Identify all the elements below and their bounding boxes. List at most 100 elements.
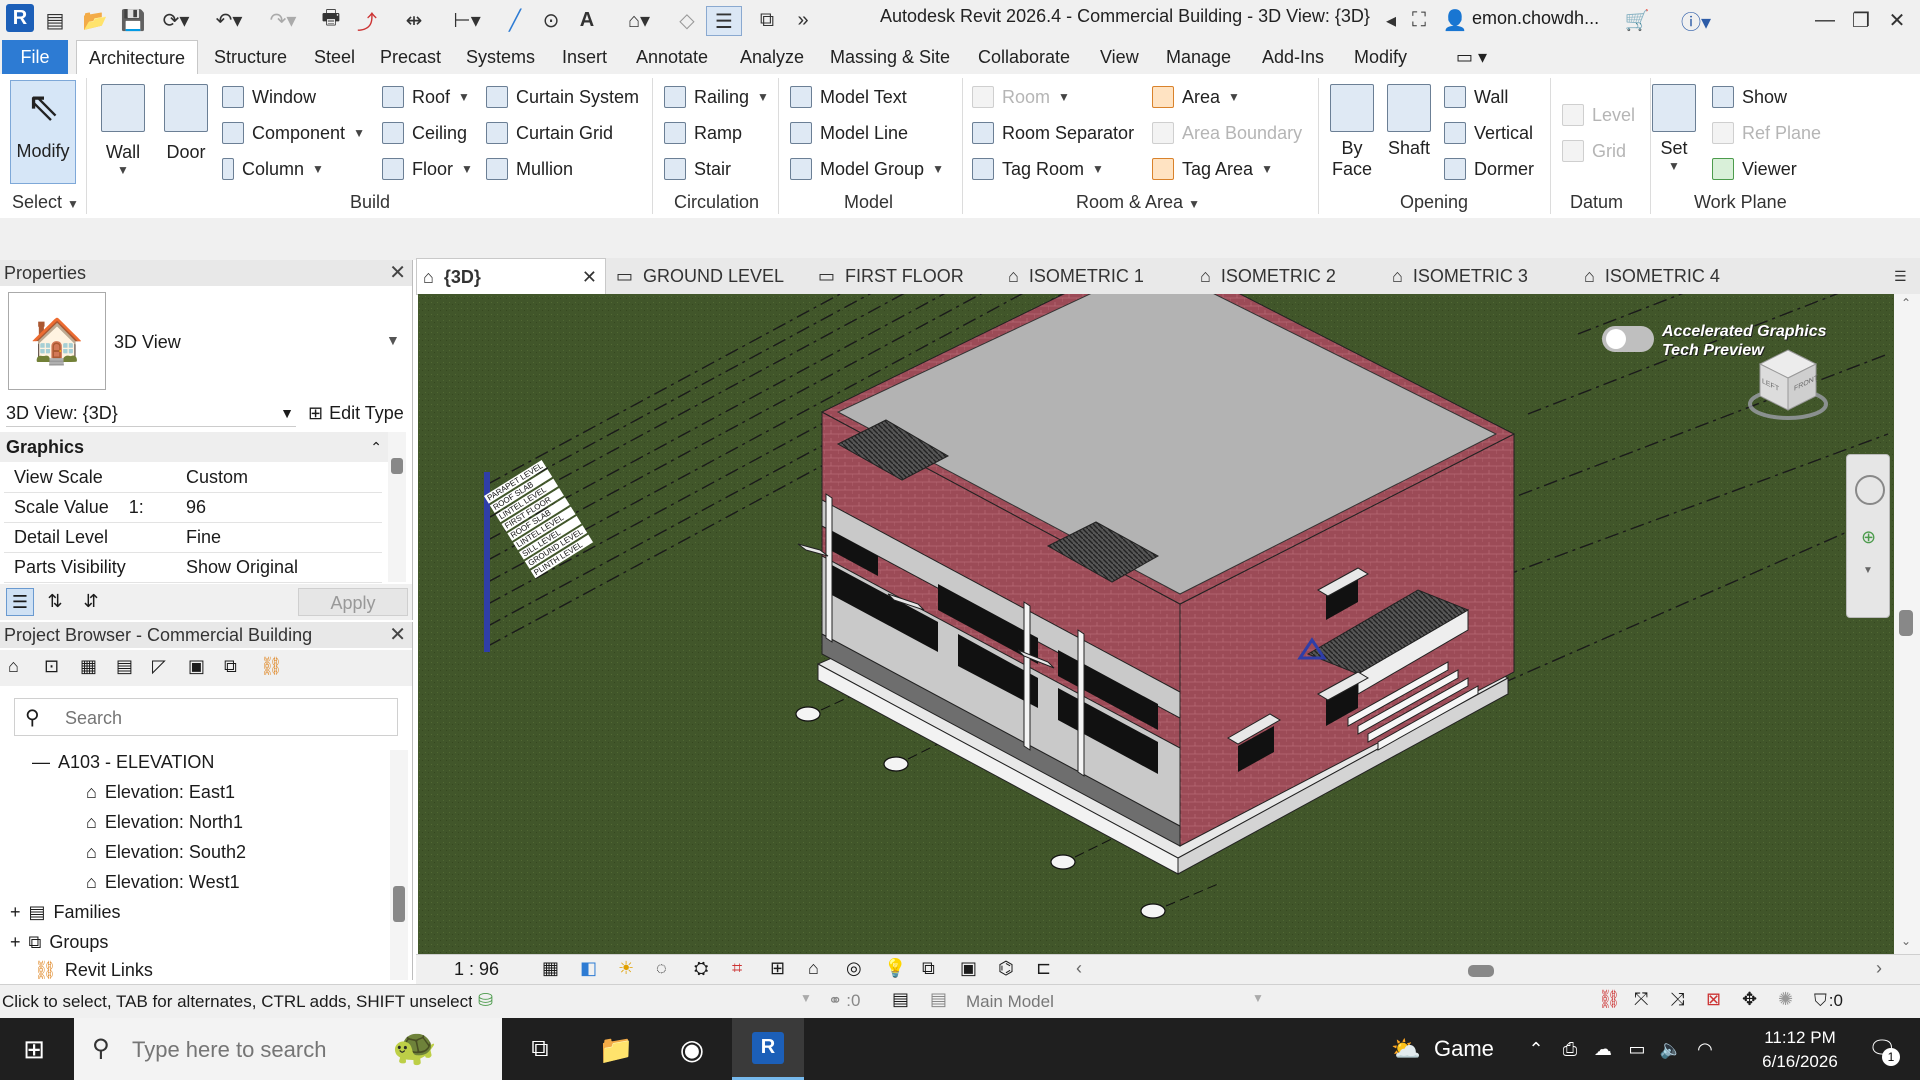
instance-filter[interactable]: 3D View: {3D} ▼: [6, 400, 296, 427]
print-icon[interactable]: 🖶: [318, 6, 344, 34]
legends-icon[interactable]: ▤: [116, 656, 133, 677]
main-model-icon[interactable]: ▤: [930, 989, 947, 1010]
floor-button[interactable]: Floor ▼: [382, 158, 473, 180]
door-button[interactable]: Door: [164, 84, 208, 163]
tree-groups[interactable]: + ⧉ Groups: [10, 932, 108, 953]
restore-icon[interactable]: ❐: [1848, 6, 1874, 34]
window-button[interactable]: Window: [222, 86, 316, 108]
categorize-icon[interactable]: ☰: [6, 588, 34, 616]
3d-view-icon[interactable]: ⌂▾: [618, 6, 660, 34]
view-tab-3d[interactable]: ⌂ {3D} ✕: [416, 258, 606, 294]
tab-analyze[interactable]: Analyze: [740, 40, 804, 74]
by-face-button[interactable]: By Face: [1328, 84, 1376, 180]
sections-icon[interactable]: ◸: [152, 656, 166, 677]
windows-start-icon[interactable]: ⊞: [14, 1032, 54, 1066]
graphics-section-header[interactable]: Graphics ⌃: [0, 432, 390, 462]
battery-icon[interactable]: ▭: [1624, 1034, 1650, 1064]
main-model-caret-icon[interactable]: ▼: [1252, 991, 1264, 1005]
analysis-display-icon[interactable]: ▣: [960, 958, 977, 979]
open-icon[interactable]: 📂: [82, 6, 108, 34]
property-row-parts-visibility[interactable]: Parts Visibility Show Original: [4, 552, 382, 583]
home-view-icon[interactable]: ⌂: [8, 656, 19, 677]
chrome-icon[interactable]: ◉: [668, 1028, 716, 1070]
view-tab-isometric-1[interactable]: ⌂ ISOMETRIC 1: [1008, 258, 1144, 294]
zoom-icon[interactable]: ⊕: [1861, 527, 1876, 548]
text-icon[interactable]: A: [574, 6, 600, 34]
editable-only-indicator[interactable]: ⚭:0: [828, 991, 860, 1011]
view-tab-first-floor[interactable]: ▭ FIRST FLOOR: [818, 258, 964, 294]
model-line-button[interactable]: Model Line: [790, 122, 908, 144]
render-icon[interactable]: ⛭: [694, 958, 708, 979]
edit-type-button[interactable]: ⊞ Edit Type: [308, 400, 404, 426]
section-icon[interactable]: ◇: [674, 6, 700, 34]
thin-lines-icon[interactable]: ☰: [706, 6, 742, 36]
shadows-icon[interactable]: ◌: [656, 958, 667, 979]
sync-icon[interactable]: ⟳▾: [158, 6, 194, 34]
highlight-displacement-icon[interactable]: ⌬: [998, 958, 1014, 979]
close-hidden-icon[interactable]: ⧉: [754, 6, 780, 34]
tab-architecture[interactable]: Architecture: [76, 40, 199, 74]
main-model-dropdown[interactable]: Main Model: [966, 992, 1054, 1012]
dormer-button[interactable]: Dormer: [1444, 158, 1534, 180]
dimension-icon[interactable]: ⊢▾: [446, 6, 488, 34]
redo-icon[interactable]: ↷▾: [262, 6, 304, 34]
reveal-constraints-icon[interactable]: ⊏: [1036, 958, 1051, 979]
revit-logo-icon[interactable]: R: [6, 4, 34, 32]
drag-elements-icon[interactable]: ✥: [1742, 989, 1757, 1010]
sun-path-icon[interactable]: ☀: [618, 958, 634, 979]
close-window-icon[interactable]: ✕: [1884, 6, 1910, 34]
revit-taskbar-icon[interactable]: R: [732, 1018, 804, 1080]
tab-add-ins[interactable]: Add-Ins: [1262, 40, 1324, 74]
tree-item-elevation-west[interactable]: ⌂ Elevation: West1: [86, 872, 240, 893]
stair-button[interactable]: Stair: [664, 158, 731, 180]
tree-item-elevation-south[interactable]: ⌂ Elevation: South2: [86, 842, 246, 863]
tab-massing-site[interactable]: Massing & Site: [830, 40, 950, 74]
property-row-detail-level[interactable]: Detail Level Fine: [4, 522, 382, 553]
model-group-button[interactable]: Model Group ▼: [790, 158, 944, 180]
curtain-grid-button[interactable]: Curtain Grid: [486, 122, 613, 144]
tab-insert[interactable]: Insert: [562, 40, 607, 74]
tab-annotate[interactable]: Annotate: [636, 40, 708, 74]
tab-collaborate[interactable]: Collaborate: [978, 40, 1070, 74]
visual-style-icon[interactable]: ◧: [580, 958, 597, 979]
onedrive-icon[interactable]: ☁: [1590, 1034, 1616, 1064]
groups-tool-icon[interactable]: ⧉: [224, 656, 237, 677]
workset-dropdown-icon[interactable]: ▼: [800, 991, 812, 1005]
sheets-icon[interactable]: ▣: [188, 656, 205, 677]
undo-icon[interactable]: ↶▾: [208, 6, 250, 34]
background-process-icon[interactable]: ✺: [1778, 989, 1793, 1010]
binoculars-icon[interactable]: ⛶: [1406, 6, 1432, 34]
ref-plane-button[interactable]: Ref Plane: [1712, 122, 1821, 144]
3d-viewport[interactable]: PARAPET LEVEL ROOF SLAB LINTEL LEVEL FIR…: [418, 294, 1894, 954]
game-weather-icon[interactable]: ⛅: [1388, 1030, 1424, 1068]
floor-plans-icon[interactable]: ⊡: [44, 656, 59, 677]
tab-overflow-icon[interactable]: ☰: [1894, 258, 1907, 294]
show-crop-icon[interactable]: ⊞: [770, 958, 785, 979]
reveal-hidden-icon[interactable]: 💡: [884, 958, 906, 979]
browser-search[interactable]: ⚲: [14, 698, 398, 736]
scroll-right-icon[interactable]: ›: [1876, 958, 1882, 979]
ceiling-button[interactable]: Ceiling: [382, 122, 467, 144]
home-app-icon[interactable]: ▤: [42, 6, 68, 34]
save-icon[interactable]: 💾: [120, 6, 146, 34]
more-tools-icon[interactable]: »: [790, 6, 816, 34]
ribbon-display-toggle-icon[interactable]: ▭ ▾: [1456, 40, 1487, 74]
close-tab-icon[interactable]: ✕: [582, 259, 597, 295]
set-button[interactable]: Set ▼: [1650, 84, 1698, 173]
properties-scrollbar[interactable]: [388, 432, 406, 582]
apply-button[interactable]: Apply: [298, 588, 408, 616]
view-tab-isometric-2[interactable]: ⌂ ISOMETRIC 2: [1200, 258, 1336, 294]
select-underlay-icon[interactable]: ⤧: [1634, 989, 1648, 1010]
select-panel-label[interactable]: Select ▼: [12, 192, 79, 213]
browser-scrollbar[interactable]: [390, 750, 408, 980]
tree-revit-links[interactable]: ⛓ Revit Links: [34, 960, 153, 981]
meet-now-icon[interactable]: ⎙: [1558, 1034, 1582, 1064]
prev-icon[interactable]: ◂: [1382, 6, 1400, 34]
tree-item-elevation-north[interactable]: ⌂ Elevation: North1: [86, 812, 243, 833]
column-button[interactable]: Column ▼: [222, 158, 324, 180]
show-button[interactable]: Show: [1712, 86, 1787, 108]
user-icon[interactable]: 👤: [1442, 6, 1468, 34]
tree-group-a103[interactable]: — A103 - ELEVATION: [32, 752, 214, 773]
taskbar-search-box[interactable]: ⚲ 🐢: [74, 1018, 502, 1080]
railing-button[interactable]: Railing ▼: [664, 86, 769, 108]
